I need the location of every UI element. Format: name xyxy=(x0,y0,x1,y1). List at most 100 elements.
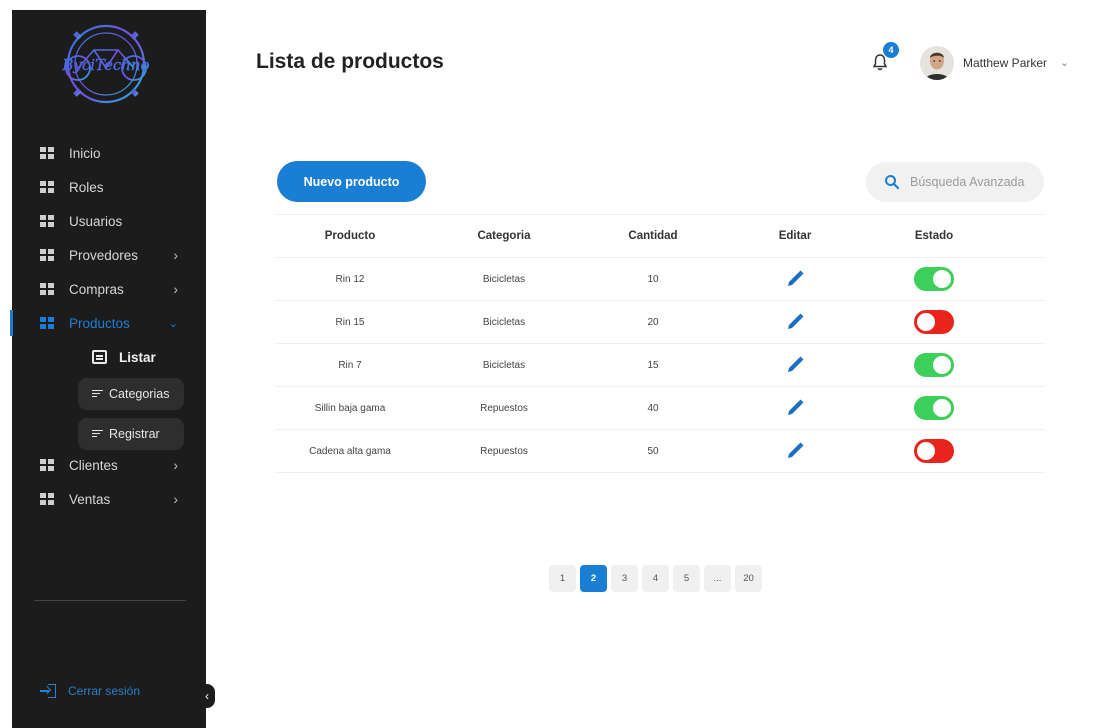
chevron-right-icon: › xyxy=(173,281,178,297)
pencil-icon[interactable] xyxy=(784,440,806,462)
status-toggle[interactable] xyxy=(914,267,954,291)
submenu-item-registrar[interactable]: Registrar xyxy=(78,418,184,450)
sidebar: ByciTechno Inicio Roles Usuarios Provedo… xyxy=(10,10,206,728)
cell-categoria: Repuestos xyxy=(480,402,528,414)
cell-editar xyxy=(723,354,867,376)
user-name[interactable]: Matthew Parker xyxy=(963,56,1047,70)
pagination-page[interactable]: 5 xyxy=(673,565,700,592)
list-icon xyxy=(92,350,107,364)
submenu-item-label: Listar xyxy=(119,349,156,365)
grid-icon xyxy=(40,249,54,261)
chevron-down-icon[interactable]: ⌄ xyxy=(1060,56,1069,69)
cell-estado xyxy=(867,396,1001,420)
cell-cantidad: 15 xyxy=(647,359,659,371)
sidebar-nav: Inicio Roles Usuarios Provedores › Compr… xyxy=(10,136,206,516)
sidebar-item-productos[interactable]: Productos ⌄ xyxy=(10,306,206,340)
cell-categoria: Repuestos xyxy=(480,445,528,457)
sidebar-item-ventas[interactable]: Ventas › xyxy=(12,482,206,516)
column-header-cantidad[interactable]: Cantidad xyxy=(583,230,723,242)
cell-cantidad: 10 xyxy=(647,273,659,285)
cell-editar xyxy=(723,311,867,333)
cell-editar xyxy=(723,268,867,290)
table-row: Sillin baja gama Repuestos 40 xyxy=(275,387,1045,430)
filter-lines-icon xyxy=(92,430,103,438)
pagination-page[interactable]: 2 xyxy=(580,565,607,592)
submenu-item-categorias[interactable]: Categorias xyxy=(78,378,184,410)
cell-producto: Sillin baja gama xyxy=(314,402,386,414)
avatar[interactable] xyxy=(920,46,954,80)
grid-icon xyxy=(40,181,54,193)
pagination-ellipsis: ... xyxy=(704,565,731,592)
cell-estado xyxy=(867,267,1001,291)
cell-producto: Rin 12 xyxy=(335,273,365,285)
cell-estado xyxy=(867,353,1001,377)
sidebar-item-label: Inicio xyxy=(69,145,101,161)
pagination-page[interactable]: 1 xyxy=(549,565,576,592)
pencil-icon[interactable] xyxy=(784,311,806,333)
grid-icon xyxy=(40,459,54,471)
sidebar-item-roles[interactable]: Roles xyxy=(12,170,206,204)
cell-editar xyxy=(723,397,867,419)
page-title: Lista de productos xyxy=(256,50,444,73)
logout-icon xyxy=(40,684,56,698)
cell-editar xyxy=(723,440,867,462)
sidebar-item-usuarios[interactable]: Usuarios xyxy=(12,204,206,238)
sidebar-item-inicio[interactable]: Inicio xyxy=(12,136,206,170)
sidebar-item-provedores[interactable]: Provedores › xyxy=(12,238,206,272)
chevron-down-icon: ⌄ xyxy=(168,318,178,330)
logout-button[interactable]: Cerrar sesión xyxy=(40,684,140,698)
submenu-item-label: Categorias xyxy=(109,387,170,401)
cell-estado xyxy=(867,439,1001,463)
filter-lines-icon xyxy=(92,390,103,398)
status-toggle[interactable] xyxy=(914,439,954,463)
sidebar-divider xyxy=(34,600,186,601)
status-toggle[interactable] xyxy=(914,353,954,377)
search-icon xyxy=(885,175,900,190)
status-toggle[interactable] xyxy=(914,310,954,334)
submenu-item-listar[interactable]: Listar xyxy=(12,340,206,374)
pagination-page[interactable]: 20 xyxy=(735,565,762,592)
cell-categoria: Bicicletas xyxy=(482,359,526,371)
table-header: Producto Categoria Cantidad Editar Estad… xyxy=(275,214,1045,258)
logout-label: Cerrar sesión xyxy=(68,684,141,698)
sidebar-item-compras[interactable]: Compras › xyxy=(12,272,206,306)
table-row: Cadena alta gama Repuestos 50 xyxy=(275,430,1045,473)
pencil-icon[interactable] xyxy=(784,397,806,419)
sidebar-item-label: Productos xyxy=(69,315,130,331)
table-row: Rin 15 Bicicletas 20 xyxy=(275,301,1045,344)
table-row: Rin 7 Bicicletas 15 xyxy=(275,344,1045,387)
grid-icon xyxy=(40,283,54,295)
sidebar-item-label: Ventas xyxy=(69,491,111,507)
advanced-search[interactable] xyxy=(866,162,1044,202)
pencil-icon[interactable] xyxy=(784,354,806,376)
cell-producto: Rin 15 xyxy=(335,316,365,328)
new-product-button[interactable]: Nuevo producto xyxy=(277,161,426,202)
column-header-editar: Editar xyxy=(778,230,812,242)
sidebar-item-clientes[interactable]: Clientes › xyxy=(12,448,206,482)
submenu-item-label: Registrar xyxy=(109,427,160,441)
sidebar-item-label: Clientes xyxy=(69,457,118,473)
logo-text: ByciTechno xyxy=(61,56,149,74)
pencil-icon[interactable] xyxy=(784,268,806,290)
pagination-page[interactable]: 4 xyxy=(642,565,669,592)
column-header-estado[interactable]: Estado xyxy=(867,230,1001,242)
app-root: ByciTechno Inicio Roles Usuarios Provedo… xyxy=(0,0,1100,728)
status-toggle[interactable] xyxy=(914,396,954,420)
sidebar-item-label: Provedores xyxy=(69,247,139,263)
table-body: Rin 12 Bicicletas 10 Rin 15 Bicicletas 20 Rin … xyxy=(275,258,1045,473)
cell-producto: Rin 7 xyxy=(338,359,362,371)
column-header-producto[interactable]: Producto xyxy=(275,230,425,242)
sidebar-item-label: Roles xyxy=(69,179,104,195)
column-header-categoria[interactable]: Categoria xyxy=(425,230,583,242)
grid-icon xyxy=(40,147,54,159)
cell-producto: Cadena alta gama xyxy=(309,445,391,457)
search-input[interactable] xyxy=(910,175,1040,189)
products-table: Producto Categoria Cantidad Editar Estad… xyxy=(275,214,1045,473)
sidebar-collapse-button[interactable]: ‹ xyxy=(199,684,215,708)
pagination: 1 2 3 4 5... 20 xyxy=(549,565,762,592)
grid-icon xyxy=(40,493,54,505)
table-row: Rin 12 Bicicletas 10 xyxy=(275,258,1045,301)
pagination-page[interactable]: 3 xyxy=(611,565,638,592)
cell-categoria: Bicicletas xyxy=(482,316,526,328)
cell-cantidad: 20 xyxy=(647,316,659,328)
